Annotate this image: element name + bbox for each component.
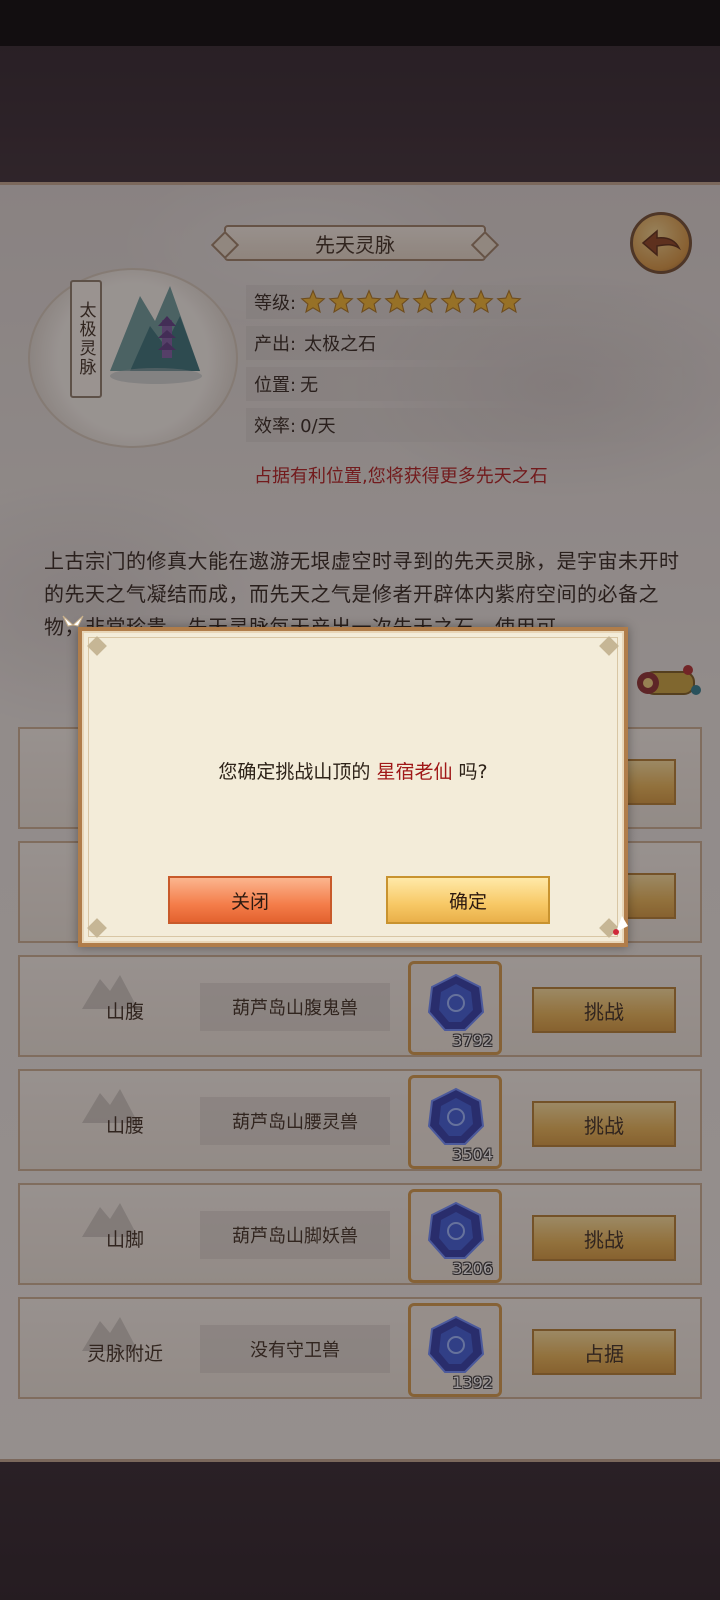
star-icon <box>328 289 354 314</box>
reward-gem: 1392 <box>408 1303 502 1397</box>
gem-icon <box>427 1315 485 1373</box>
star-icon <box>356 289 382 314</box>
reward-gem: 3206 <box>408 1189 502 1283</box>
back-arrow-icon <box>641 229 681 257</box>
star-icon <box>496 289 522 314</box>
gem-count: 3504 <box>452 1145 493 1164</box>
row-guard-name: 葫芦岛山腰灵兽 <box>200 1097 390 1145</box>
output-row: 产出: 太极之石 <box>246 326 682 360</box>
reward-gem: 3504 <box>408 1075 502 1169</box>
star-icon <box>300 289 326 314</box>
row-action-button[interactable]: 挑战 <box>532 1101 676 1147</box>
cannon-icon <box>637 665 701 695</box>
status-bar <box>0 0 720 46</box>
confirm-button[interactable]: 确定 <box>386 876 550 924</box>
efficiency-row: 效率: 0/天 <box>246 408 682 442</box>
level-stars <box>300 289 522 315</box>
row-action-button[interactable]: 挑战 <box>532 987 676 1033</box>
dialog-suffix: 吗? <box>458 761 488 783</box>
reward-gem: 3792 <box>408 961 502 1055</box>
dialog-message: 您确定挑战山顶的 星宿老仙 吗? <box>82 757 624 784</box>
close-button[interactable]: 关闭 <box>168 876 332 924</box>
row-guard-name: 葫芦岛山脚妖兽 <box>200 1211 390 1259</box>
star-icon <box>412 289 438 314</box>
row-guard-name: 葫芦岛山腹鬼兽 <box>200 983 390 1031</box>
row-location: 山脚 <box>105 1229 144 1251</box>
back-button[interactable] <box>630 212 692 274</box>
output-value: 太极之石 <box>304 334 377 355</box>
row-action-button[interactable]: 挑战 <box>532 1215 676 1261</box>
row-action-button[interactable]: 占据 <box>532 1329 676 1375</box>
gem-count: 3792 <box>452 1031 493 1050</box>
page-title: 先天灵脉 <box>224 225 486 261</box>
efficiency-label: 效率: <box>254 416 297 437</box>
row-guard-name: 没有守卫兽 <box>200 1325 390 1373</box>
guard-row: 山脚 葫芦岛山脚妖兽 3206 挑战 <box>18 1183 702 1285</box>
position-label: 位置: <box>254 375 297 396</box>
output-label: 产出: <box>254 334 297 355</box>
confirm-dialog: 您确定挑战山顶的 星宿老仙 吗? 关闭 确定 <box>78 627 628 947</box>
star-icon <box>440 289 466 314</box>
gem-icon <box>427 1201 485 1259</box>
butterfly-icon <box>62 615 84 627</box>
gem-icon <box>427 1087 485 1145</box>
row-location: 山腹 <box>105 1001 144 1023</box>
position-value: 无 <box>300 375 319 396</box>
efficiency-value: 0/天 <box>300 416 336 437</box>
dialog-prefix: 您确定挑战山顶的 <box>218 761 371 783</box>
row-location: 山腰 <box>105 1115 144 1137</box>
gem-count: 3206 <box>452 1259 493 1278</box>
guard-row: 灵脉附近 没有守卫兽 1392 占据 <box>18 1297 702 1399</box>
mountain-icon <box>110 286 202 384</box>
guard-row: 山腹 葫芦岛山腹鬼兽 3792 挑战 <box>18 955 702 1057</box>
star-icon <box>384 289 410 314</box>
guard-row: 山腰 葫芦岛山腰灵兽 3504 挑战 <box>18 1069 702 1171</box>
fairy-icon <box>613 916 628 935</box>
gem-count: 1392 <box>452 1373 493 1392</box>
level-label: 等级: <box>254 293 297 314</box>
dialog-target: 星宿老仙 <box>376 761 453 783</box>
level-row: 等级: <box>246 285 682 319</box>
vein-name-tag: 太极灵脉 <box>70 280 102 398</box>
row-location: 灵脉附近 <box>86 1343 163 1365</box>
vein-notice: 占据有利位置,您将获得更多先天之石 <box>254 466 548 487</box>
star-icon <box>468 289 494 314</box>
gem-icon <box>427 973 485 1031</box>
position-row: 位置: 无 <box>246 367 682 401</box>
